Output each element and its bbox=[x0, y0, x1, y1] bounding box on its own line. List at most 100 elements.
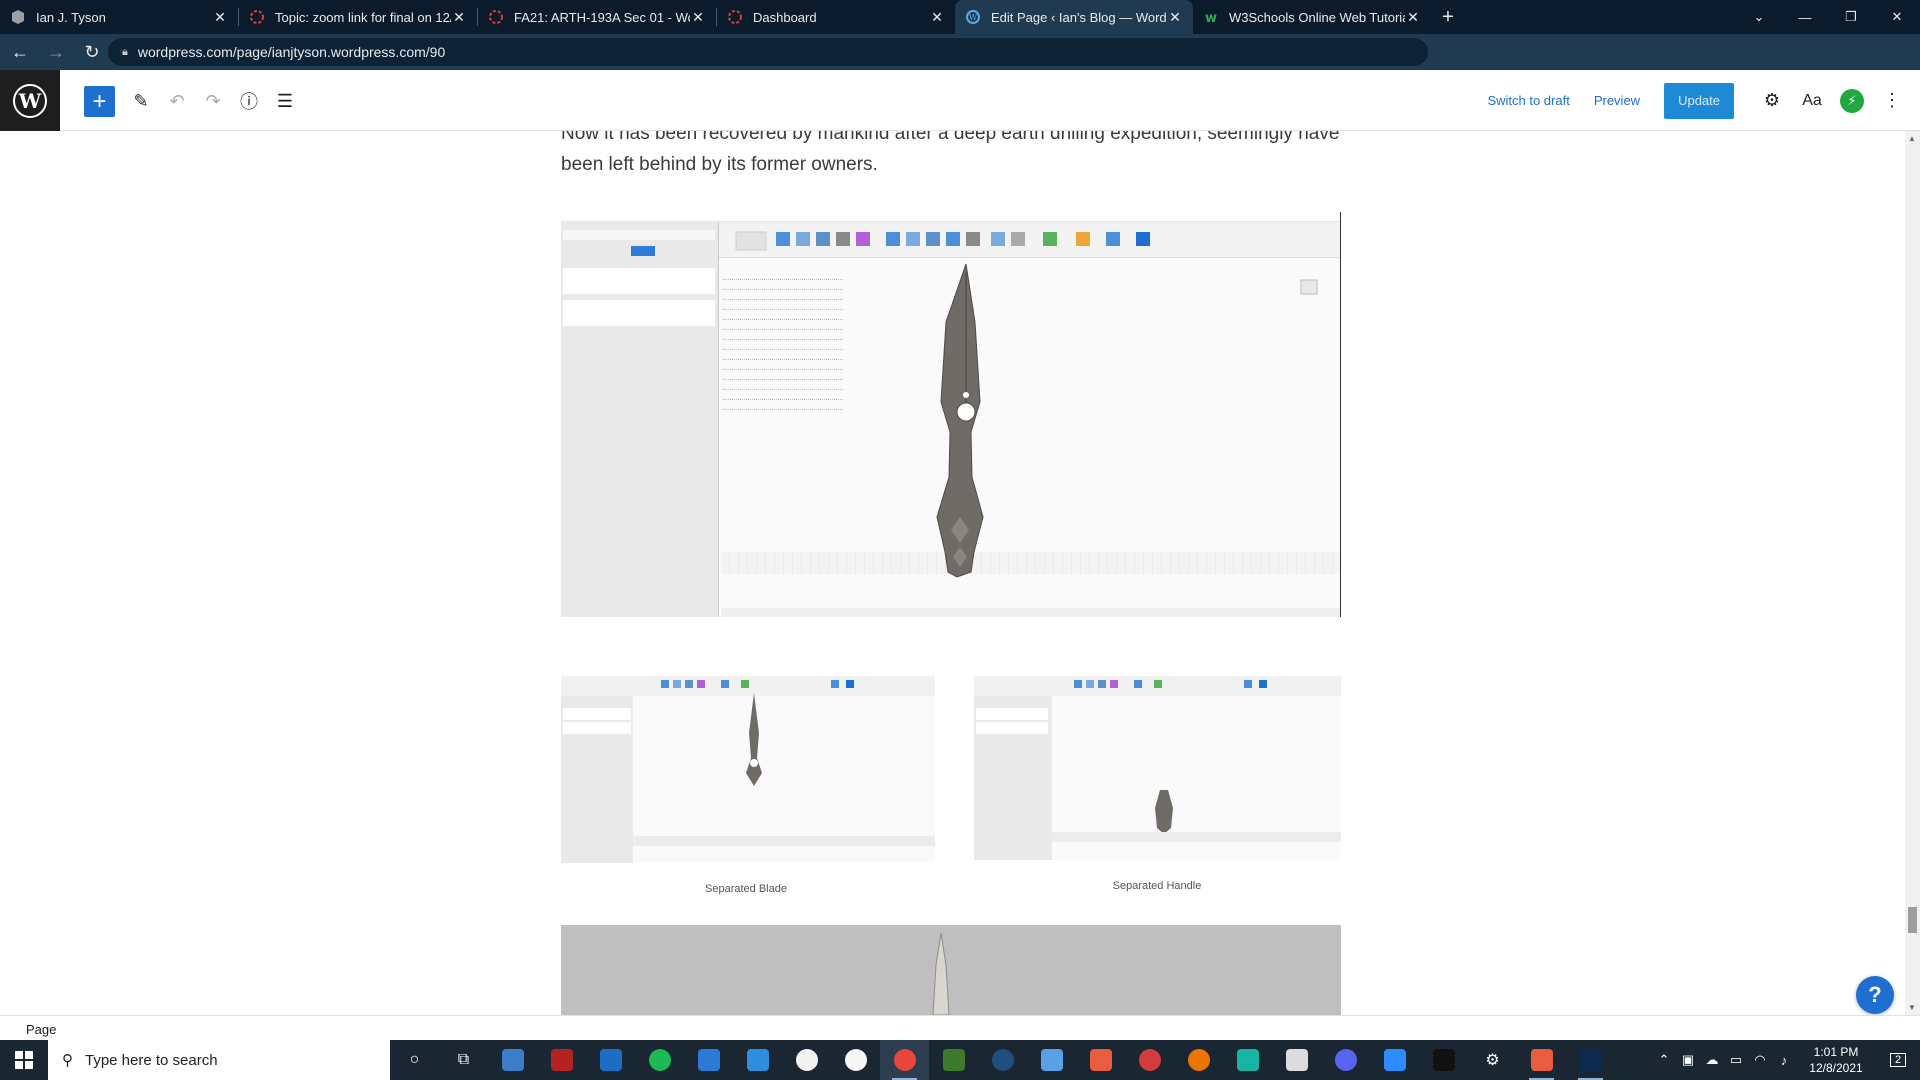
chrome-icon[interactable] bbox=[880, 1040, 929, 1080]
calculator-icon[interactable] bbox=[733, 1040, 782, 1080]
editor-header: W + ✎ ↶ ↷ ⓘ ☰ Switch to draft Preview Up… bbox=[0, 70, 1920, 131]
tray-chevron-icon[interactable]: ⌃ bbox=[1652, 1052, 1676, 1068]
caption-separated-blade[interactable]: Separated Blade bbox=[561, 883, 931, 895]
preview-button[interactable]: Preview bbox=[1582, 93, 1652, 108]
jetpack-bolt-icon: ⚡︎ bbox=[1840, 88, 1864, 113]
minecraft-icon[interactable] bbox=[929, 1040, 978, 1080]
tray-app-icon[interactable]: ▣ bbox=[1676, 1052, 1700, 1068]
browser-tab-strip: Ian J. Tyson ✕ Topic: zoom link for fina… bbox=[0, 0, 1920, 34]
scroll-down-icon[interactable]: ▼ bbox=[1908, 1003, 1916, 1012]
discord-icon[interactable] bbox=[1321, 1040, 1370, 1080]
onedrive-icon[interactable]: ☁ bbox=[1700, 1052, 1724, 1068]
jetpack-icon[interactable]: ⚡︎ bbox=[1832, 81, 1872, 121]
browser-tab-3[interactable]: FA21: ARTH-193A Sec 01 - World ✕ bbox=[478, 0, 716, 34]
editor-header-actions: Switch to draft Preview Update ⚙ Aa ⚡︎ ⋮ bbox=[1475, 70, 1920, 131]
url-field[interactable]: 🔒︎ wordpress.com/page/ianjtyson.wordpres… bbox=[108, 38, 1428, 66]
taskbar-search-box[interactable]: ⚲ Type here to search bbox=[48, 1040, 390, 1080]
browser-tab-1[interactable]: Ian J. Tyson ✕ bbox=[0, 0, 238, 34]
app-timeline bbox=[721, 608, 1340, 617]
restore-button[interactable]: ❐ bbox=[1828, 0, 1874, 34]
breadcrumb-page[interactable]: Page bbox=[26, 1022, 56, 1037]
close-tab-icon[interactable]: ✕ bbox=[690, 9, 706, 26]
steam-icon[interactable] bbox=[978, 1040, 1027, 1080]
photoshop-icon[interactable] bbox=[1566, 1040, 1615, 1080]
wordpress-logo-icon[interactable]: W bbox=[0, 70, 60, 131]
settings-icon[interactable]: ⚙ bbox=[1468, 1040, 1517, 1080]
details-info-icon[interactable]: ⓘ bbox=[234, 86, 264, 116]
creative-cloud-running-icon[interactable] bbox=[1517, 1040, 1566, 1080]
caption-separated-handle[interactable]: Separated Handle bbox=[972, 880, 1342, 892]
cube-favicon-icon bbox=[12, 10, 24, 24]
separated-blade-drawing bbox=[561, 668, 935, 863]
browser-tab-6[interactable]: w W3Schools Online Web Tutorials ✕ bbox=[1193, 0, 1431, 34]
close-tab-icon[interactable]: ✕ bbox=[451, 9, 467, 26]
paragraph-block[interactable]: Now it has been recovered by mankind aft… bbox=[561, 131, 1341, 180]
page-scrollbar[interactable]: ▲ ▼ bbox=[1905, 131, 1920, 1015]
image-block-fusion-screenshot[interactable] bbox=[561, 212, 1341, 617]
update-button[interactable]: Update bbox=[1664, 82, 1734, 119]
scroll-up-icon[interactable]: ▲ bbox=[1908, 134, 1916, 143]
app-red-game-icon[interactable] bbox=[537, 1040, 586, 1080]
app-red-icon[interactable] bbox=[1125, 1040, 1174, 1080]
list-view-icon[interactable]: ☰ bbox=[270, 86, 300, 116]
tab-search-icon[interactable]: ⌄ bbox=[1736, 0, 1782, 34]
add-block-button[interactable]: + bbox=[84, 86, 115, 117]
more-options-icon[interactable]: ⋮ bbox=[1872, 81, 1912, 121]
settings-gear-icon[interactable]: ⚙ bbox=[1752, 81, 1792, 121]
switch-to-draft-button[interactable]: Switch to draft bbox=[1475, 93, 1581, 108]
close-tab-icon[interactable]: ✕ bbox=[212, 9, 228, 26]
tab-title: Ian J. Tyson bbox=[36, 9, 106, 25]
tab-title: W3Schools Online Web Tutorials bbox=[1229, 9, 1405, 25]
blender-icon[interactable] bbox=[1174, 1040, 1223, 1080]
close-tab-icon[interactable]: ✕ bbox=[1405, 9, 1421, 26]
task-view-icon[interactable]: ⧉ bbox=[439, 1040, 488, 1080]
notification-center-icon[interactable]: 2 bbox=[1876, 1040, 1920, 1080]
url-text: wordpress.com/page/ianjtyson.wordpress.c… bbox=[137, 44, 446, 60]
maya-icon[interactable] bbox=[1223, 1040, 1272, 1080]
taskbar-clock[interactable]: 1:01 PM 12/8/2021 bbox=[1796, 1044, 1876, 1076]
image-separated-blade[interactable] bbox=[561, 668, 935, 863]
w3schools-favicon-icon: w bbox=[1205, 11, 1217, 25]
text-size-icon[interactable]: Aa bbox=[1792, 81, 1832, 121]
close-window-button[interactable]: ✕ bbox=[1874, 0, 1920, 34]
reload-icon[interactable]: ↻ bbox=[74, 34, 110, 70]
image-separated-handle[interactable] bbox=[974, 668, 1341, 860]
next-image-blade-drawing bbox=[932, 932, 950, 1015]
image-block-next[interactable] bbox=[561, 925, 1341, 1015]
undo-icon[interactable]: ↶ bbox=[162, 86, 192, 116]
zoom-icon[interactable] bbox=[1370, 1040, 1419, 1080]
edit-pencil-icon[interactable]: ✎ bbox=[126, 86, 156, 116]
wifi-icon[interactable]: ◠ bbox=[1748, 1052, 1772, 1068]
creative-cloud-icon[interactable] bbox=[1076, 1040, 1125, 1080]
forward-arrow-icon[interactable]: → bbox=[38, 34, 74, 70]
minimize-button[interactable]: — bbox=[1782, 0, 1828, 34]
back-arrow-icon[interactable]: ← bbox=[2, 34, 38, 70]
unity-icon[interactable] bbox=[1272, 1040, 1321, 1080]
spotify-icon[interactable] bbox=[635, 1040, 684, 1080]
cortana-icon[interactable]: ○ bbox=[390, 1040, 439, 1080]
scrollbar-thumb[interactable] bbox=[1908, 907, 1917, 933]
windows-start-icon[interactable] bbox=[0, 1040, 48, 1080]
help-button[interactable]: ? bbox=[1856, 976, 1894, 1014]
app-blue-icon[interactable] bbox=[1027, 1040, 1076, 1080]
lock-icon: 🔒︎ bbox=[122, 45, 128, 58]
close-tab-icon[interactable]: ✕ bbox=[1167, 9, 1183, 26]
mail-icon[interactable] bbox=[684, 1040, 733, 1080]
block-breadcrumb-footer: Page bbox=[0, 1015, 1920, 1040]
app-generic-icon[interactable] bbox=[488, 1040, 537, 1080]
separated-handle-drawing bbox=[974, 668, 1341, 860]
editor-canvas: Now it has been recovered by mankind aft… bbox=[0, 131, 1905, 1015]
new-tab-button[interactable]: + bbox=[1431, 0, 1465, 34]
volume-icon[interactable]: ♪ bbox=[1772, 1053, 1796, 1068]
epic-games-icon[interactable] bbox=[1419, 1040, 1468, 1080]
itunes-icon[interactable] bbox=[782, 1040, 831, 1080]
browser-tab-5-active[interactable]: W Edit Page ‹ Ian's Blog — WordPre ✕ bbox=[955, 0, 1193, 34]
browser-tab-2[interactable]: Topic: zoom link for final on 12/9 ✕ bbox=[239, 0, 477, 34]
battery-icon[interactable]: ▭ bbox=[1724, 1052, 1748, 1068]
word-app-icon[interactable] bbox=[831, 1040, 880, 1080]
microsoft-store-icon[interactable] bbox=[586, 1040, 635, 1080]
close-tab-icon[interactable]: ✕ bbox=[929, 9, 945, 26]
search-icon: ⚲ bbox=[62, 1052, 73, 1069]
browser-tab-4[interactable]: Dashboard ✕ bbox=[717, 0, 955, 34]
redo-icon[interactable]: ↷ bbox=[198, 86, 228, 116]
